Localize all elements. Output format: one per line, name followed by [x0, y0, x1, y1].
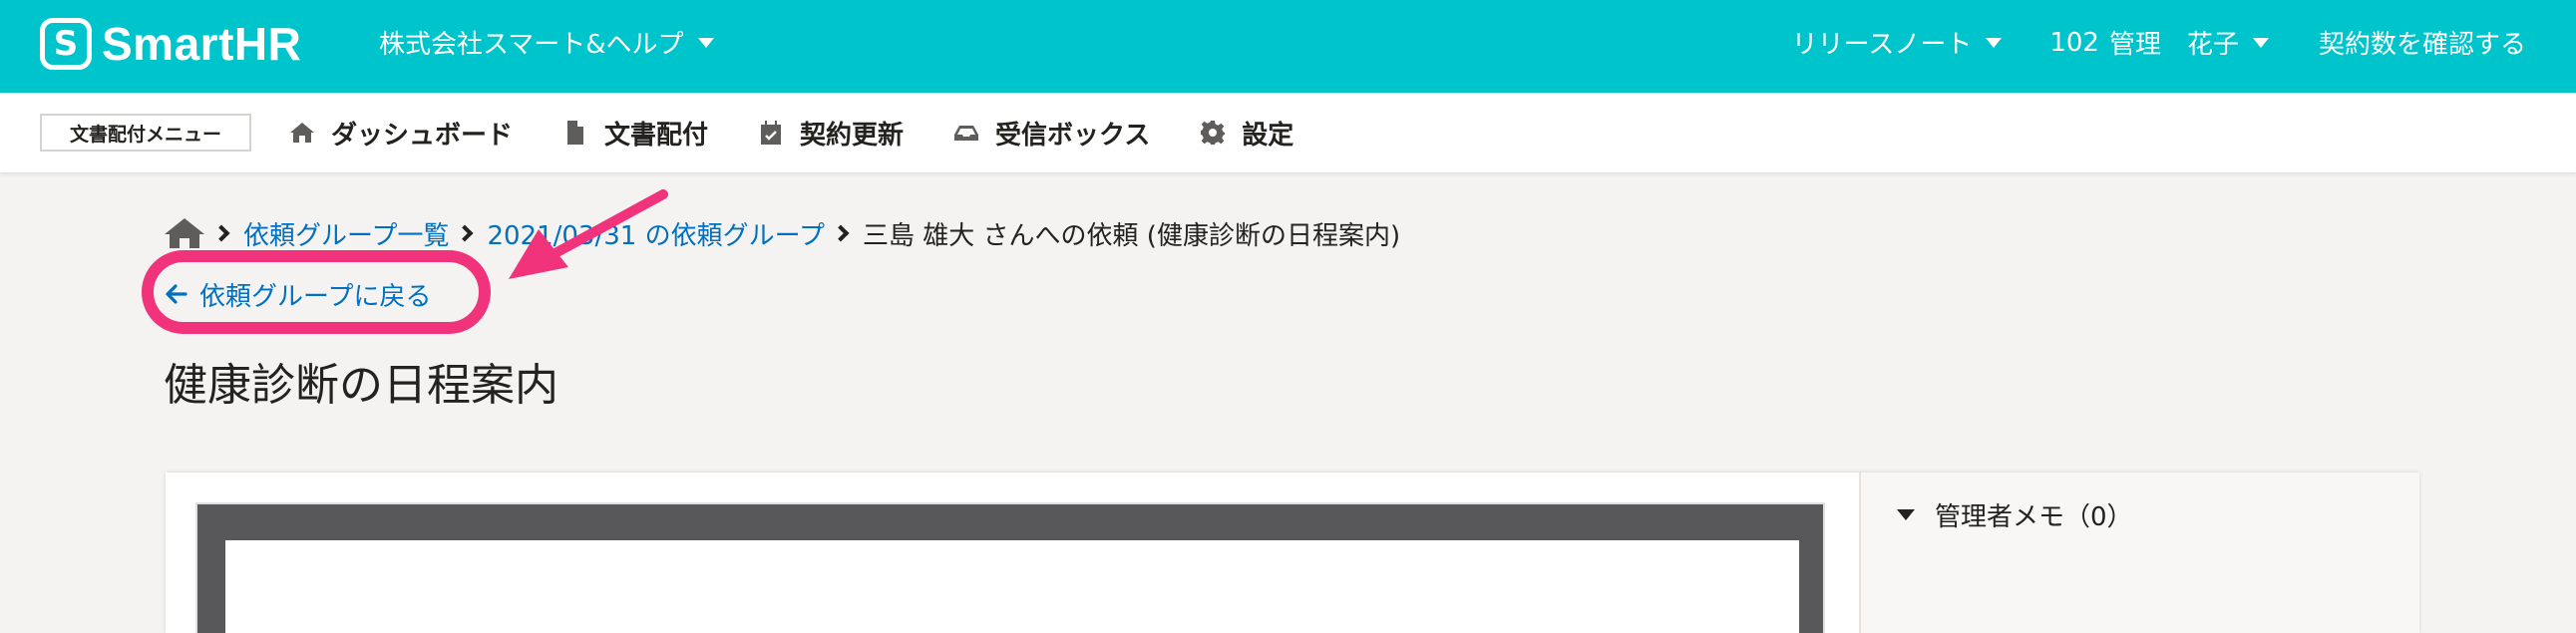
nav-settings-label: 設定	[1242, 120, 1294, 151]
document-preview[interactable]	[195, 502, 1825, 633]
tenant-switcher[interactable]: 株式会社スマート&ヘルプ	[379, 24, 714, 61]
user-name: 管理 花子	[2108, 30, 2239, 60]
nav-settings[interactable]: 設定	[1200, 115, 1293, 152]
breadcrumb: 依頼グループ一覧 2021/03/31 の依頼グループ 三島 雄大 さんへの依頼…	[164, 213, 1400, 253]
chevron-down-icon	[1986, 37, 2003, 48]
logo-text: SmartHR	[102, 18, 302, 70]
release-notes-label: リリースノート	[1791, 30, 1973, 60]
chevron-right-icon	[212, 224, 230, 242]
breadcrumb-current: 三島 雄大 さんへの依頼 (健康診断の日程案内)	[863, 220, 1401, 251]
document-icon	[567, 121, 584, 145]
annotation-arrow-icon	[509, 189, 668, 279]
tenant-name: 株式会社スマート&ヘルプ	[379, 30, 684, 60]
app-nav-items: ダッシュボード 文書配付 契約更新 受信ボックス 設定	[289, 93, 1343, 172]
inbox-icon	[954, 126, 979, 141]
nav-inbox-label: 受信ボックス	[995, 120, 1151, 151]
chevron-down-icon	[2252, 37, 2269, 48]
home-icon[interactable]	[164, 216, 205, 250]
nav-inbox[interactable]: 受信ボックス	[953, 115, 1150, 152]
user-id: 102	[2049, 27, 2099, 58]
nav-contract-label: 契約更新	[800, 120, 905, 151]
logo-mark-icon: S	[40, 18, 92, 70]
page-title: 健康診断の日程案内	[164, 360, 558, 411]
admin-memo-panel: 管理者メモ（0）	[1859, 473, 2419, 633]
home-icon	[290, 123, 314, 143]
chevron-down-icon	[697, 37, 714, 48]
request-detail-card: 管理者メモ（0）	[166, 473, 2419, 633]
nav-dashboard-label: ダッシュボード	[331, 120, 514, 151]
user-menu[interactable]: 102 管理 花子	[2049, 24, 2269, 61]
smarthr-logo[interactable]: S SmartHR	[40, 12, 301, 76]
breadcrumb-request-groups[interactable]: 依頼グループ一覧	[243, 215, 449, 252]
admin-memo-toggle[interactable]: 管理者メモ（0）	[1897, 496, 2133, 533]
release-notes-dropdown[interactable]: リリースノート	[1792, 24, 2003, 61]
contract-count-link[interactable]: 契約数を確認する	[2319, 24, 2526, 61]
gear-icon	[1201, 121, 1226, 145]
top-header: S SmartHR 株式会社スマート&ヘルプ リリースノート 102 管理 花子…	[0, 0, 2576, 93]
menu-badge: 文書配付メニュー	[40, 114, 251, 152]
nav-document-label: 文書配付	[604, 120, 709, 151]
chevron-right-icon	[832, 224, 850, 242]
nav-contract-renewal[interactable]: 契約更新	[758, 115, 904, 152]
header-right-menu: リリースノート 102 管理 花子 契約数を確認する	[1792, 24, 2526, 61]
triangle-down-icon	[1897, 509, 1915, 520]
calendar-check-icon	[761, 121, 782, 145]
nav-document-distribution[interactable]: 文書配付	[562, 115, 708, 152]
annotation-highlight-circle	[142, 250, 491, 334]
admin-memo-label: 管理者メモ（0）	[1935, 502, 2133, 532]
app-nav: 文書配付メニュー ダッシュボード 文書配付 契約更新 受信ボックス 設定	[0, 93, 2576, 172]
document-preview-page	[225, 540, 1799, 633]
nav-dashboard[interactable]: ダッシュボード	[289, 115, 513, 152]
